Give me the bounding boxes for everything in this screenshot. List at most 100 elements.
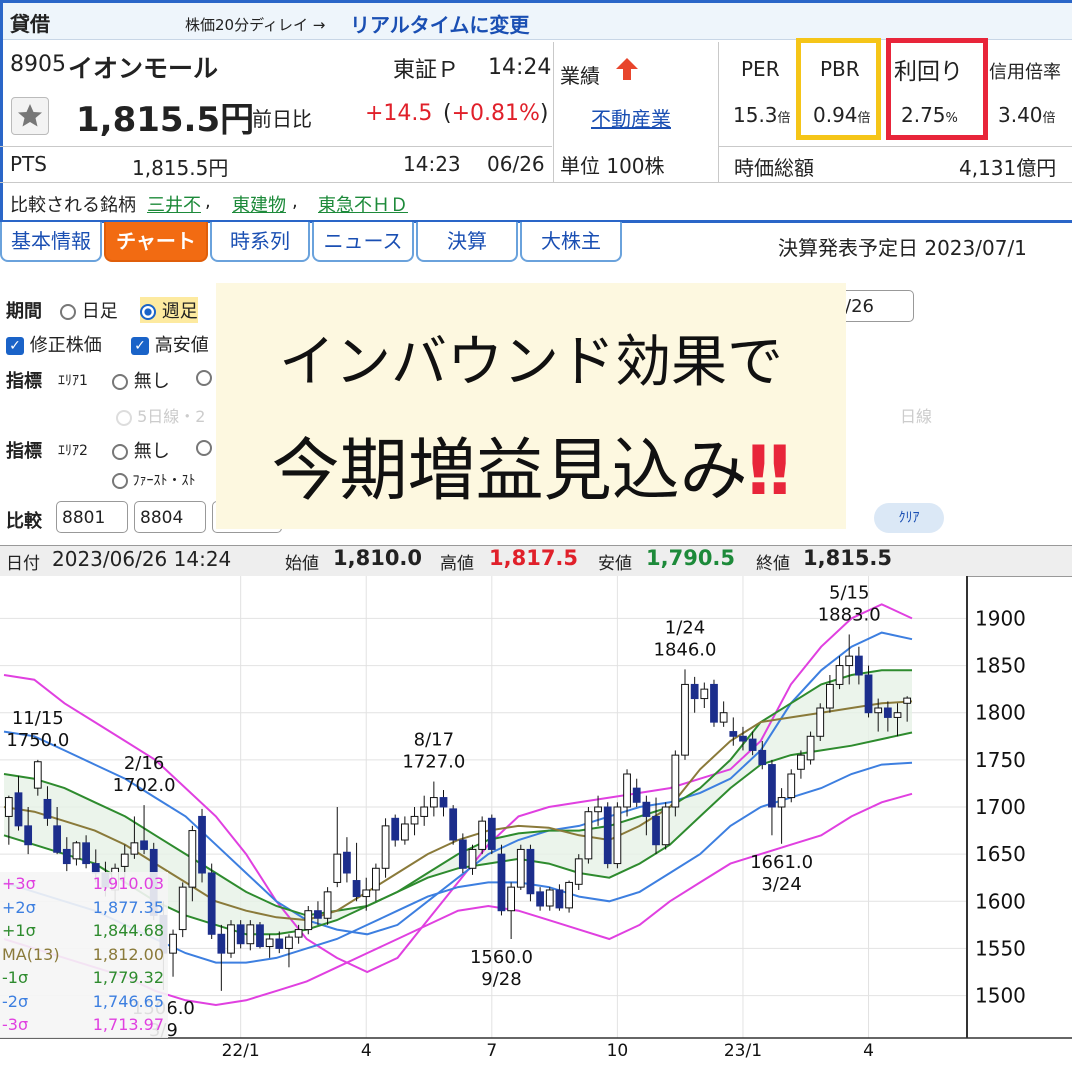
compare-label: 比較される銘柄 <box>10 195 136 216</box>
candle-body <box>120 853 129 867</box>
legend-row: -2σ 1,746.65 <box>2 992 166 1014</box>
area2-none-radio[interactable]: 無し <box>112 437 170 463</box>
radio-circle <box>116 409 132 426</box>
per-value: 15.3倍 <box>733 103 791 127</box>
candle-body <box>613 806 622 865</box>
pbr-number: 0.94 <box>813 103 858 127</box>
legend-row: -1σ 1,779.32 <box>2 968 166 990</box>
weekly-radio[interactable]: 週足 <box>140 297 198 323</box>
candle-body <box>883 707 892 718</box>
realtime-link[interactable]: リアルタイムに変更 <box>350 9 529 38</box>
candle-body <box>323 891 332 919</box>
delay-note: 株価20分ディレイ → <box>185 16 326 34</box>
y-tick-label: 1750 <box>975 748 1026 772</box>
compare-stock-2[interactable]: 東建物 <box>232 191 286 217</box>
ma5-option[interactable]: 5日線・2 <box>116 403 205 427</box>
price-change: +14.5 <box>365 101 433 126</box>
tab-chart[interactable]: チャート <box>104 222 208 262</box>
area2-label: ｴﾘｱ2 <box>58 443 88 459</box>
compare-input-1[interactable]: 8801 <box>56 501 128 533</box>
tab-timeseries[interactable]: 時系列 <box>210 222 310 262</box>
tab-earnings[interactable]: 決算 <box>416 222 518 262</box>
candle-body <box>130 842 139 855</box>
candle-body <box>82 842 90 865</box>
tab-news[interactable]: ニュース <box>312 222 414 262</box>
candle-body <box>410 815 419 825</box>
industry-link[interactable]: 不動産業 <box>591 103 671 132</box>
candle-body <box>62 848 71 865</box>
pbr-label: PBR <box>820 57 860 81</box>
annotation-value: 1883.0 <box>818 604 881 625</box>
per-unit: 倍 <box>777 111 791 126</box>
tab-basic-info[interactable]: 基本情報 <box>0 222 102 262</box>
area1-label: ｴﾘｱ1 <box>58 373 88 389</box>
candle-body <box>874 707 883 714</box>
candle-body <box>806 735 815 761</box>
candle-body <box>642 801 651 817</box>
legend-value: 1,812.00 <box>92 944 164 964</box>
favorite-button[interactable] <box>11 97 49 135</box>
annotation-value: 1661.0 <box>750 852 813 873</box>
candle-body <box>893 712 902 718</box>
area1-radio-2[interactable] <box>196 367 212 388</box>
area1-none-radio[interactable]: 無し <box>112 367 170 393</box>
annotation-date: 9/28 <box>481 969 521 990</box>
pts-time: 14:23 <box>403 152 461 176</box>
daily-radio[interactable]: 日足 <box>60 297 118 323</box>
highlow-label: 高安値 <box>154 335 209 356</box>
candle-body <box>603 806 612 865</box>
candle-body <box>768 764 776 808</box>
compare-sep: , <box>292 191 298 212</box>
candle-body <box>314 910 322 919</box>
divider <box>0 146 552 147</box>
compare-input-2[interactable]: 8804 <box>134 501 206 533</box>
divider <box>553 42 554 182</box>
annotation-date: 3/24 <box>761 874 801 895</box>
clear-button[interactable]: ｸﾘｱ <box>874 503 944 533</box>
fast-stoch-radio[interactable]: ﾌｧｰｽﾄ・ｽﾄ <box>112 470 195 490</box>
annotation-value: 1727.0 <box>402 752 465 773</box>
margin-ratio-value: 3.40倍 <box>998 103 1056 127</box>
low-value: 1,790.5 <box>646 546 736 570</box>
candle-body <box>536 891 544 907</box>
close-label: 終値 <box>756 554 790 574</box>
candle-body <box>661 806 670 846</box>
legend-label: MA(13) <box>2 944 60 964</box>
candle-body <box>372 867 380 891</box>
annotation-date: 5/15 <box>829 582 869 603</box>
area2-radio-2[interactable] <box>196 437 212 458</box>
legend-label: +3σ <box>2 874 36 893</box>
candle-body <box>53 825 62 853</box>
candle-body <box>690 683 699 700</box>
check-icon: ✓ <box>131 337 149 355</box>
pbr-unit: 倍 <box>857 111 871 126</box>
ma-day-option[interactable]: 日線 <box>900 403 932 427</box>
double-exclamation-icon: ‼ <box>747 432 791 511</box>
candle-body <box>256 924 264 948</box>
margin-ratio-label: 信用倍率 <box>989 62 1061 83</box>
candle-body <box>903 697 912 704</box>
candle-body <box>449 808 458 841</box>
earnings-date: 決算発表予定日 2023/07/1 <box>778 236 1027 260</box>
highlow-checkbox[interactable]: ✓ 高安値 <box>131 331 209 357</box>
market-cap-value: 4,131億円 <box>959 156 1057 180</box>
performance-label: 業績 <box>560 64 600 88</box>
candle-body <box>748 738 757 751</box>
annotation-value: 1560.0 <box>470 947 533 968</box>
caption-line-2-text: 今期増益見込み <box>271 432 748 511</box>
tab-major-shareholders[interactable]: 大株主 <box>520 222 622 262</box>
candle-body <box>594 806 602 813</box>
candle-body <box>777 797 786 808</box>
yield-number: 2.75 <box>901 103 946 127</box>
x-tick-label: 22/1 <box>222 1041 260 1061</box>
candle-body <box>439 797 448 808</box>
legend-row: +2σ 1,877.35 <box>2 898 166 920</box>
candle-body <box>632 787 641 803</box>
open-label: 始値 <box>285 554 319 574</box>
candle-body <box>458 839 467 869</box>
adjusted-price-checkbox[interactable]: ✓ 修正株価 <box>6 331 102 357</box>
compare-stock-1[interactable]: 三井不 <box>147 191 201 217</box>
compare-stock-3[interactable]: 東急不ＨＤ <box>318 191 408 217</box>
candle-body <box>787 773 796 799</box>
candle-body <box>352 880 361 898</box>
